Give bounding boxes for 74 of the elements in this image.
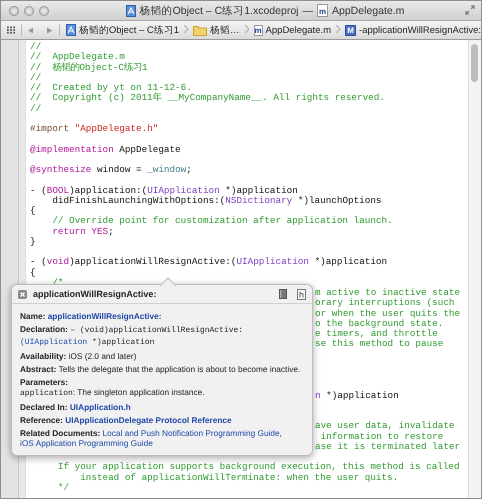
- breadcrumb-item[interactable]: 杨韬的Object – C练习1: [66, 24, 180, 36]
- file-icon: m: [317, 4, 328, 17]
- code-line: instead of applicationWillTerminate: when the user quits.: [79, 472, 398, 482]
- chevron-icon: [336, 25, 340, 33]
- doc-entry: Declared In: UIApplication.h: [20, 402, 132, 412]
- code-line: @implementation AppDelegate: [30, 144, 181, 154]
- code-line: }: [30, 236, 36, 247]
- code-line: // Created by yt on 11-12-6.: [30, 82, 192, 93]
- code-line: se this method to pause: [315, 338, 444, 350]
- code-line: ase it is terminated later: [315, 440, 460, 452]
- code-line: o the background state.: [315, 318, 444, 329]
- grid-icon[interactable]: [7, 26, 16, 34]
- doc-link[interactable]: iOS Application Programming Guide: [20, 438, 153, 448]
- header-file-icon[interactable]: [297, 288, 306, 300]
- code-line: // AppDelegate.m: [30, 51, 125, 62]
- folder-icon: [193, 24, 208, 36]
- doc-entry: Declaration: – (void)applicationWillResignActive: (UIApplication *)application: [20, 324, 244, 348]
- doc-entry: Abstract: Tells the delegate that the application is about to become inactive.: [20, 364, 302, 374]
- doc-entry: Reference: UIApplicationDelegate Protocol Reference: [20, 415, 233, 425]
- code-line: return YES;: [51, 226, 114, 236]
- code-line: #import "AppDelegate.h": [30, 123, 158, 134]
- code-line: //: [30, 41, 42, 52]
- doc-link[interactable]: UIApplicationDelegate Protocol Reference: [65, 415, 232, 425]
- code-line: ave user data, invalidate: [315, 420, 454, 432]
- doc-entry: Name: applicationWillResignActive:: [20, 311, 162, 321]
- code-line: */: [56, 482, 70, 493]
- code-line: m active to inactive state: [315, 287, 460, 298]
- popover-title: applicationWillResignActive:: [33, 289, 158, 299]
- code-line: //: [30, 102, 42, 114]
- breadcrumb-item[interactable]: M -applicationWillResignActive:: [345, 24, 481, 36]
- close-icon[interactable]: [18, 290, 27, 298]
- code-line: If your application supports background execution, this method is called: [56, 461, 460, 472]
- window-title: AppDelegate.m: [332, 4, 404, 16]
- chevron-icon: [184, 25, 188, 33]
- scrollbar[interactable]: [468, 40, 481, 498]
- breadcrumb-item[interactable]: m AppDelegate.m: [254, 24, 332, 36]
- title-separator: —: [302, 4, 313, 16]
- code-line: {: [30, 205, 36, 216]
- doc-link[interactable]: Local and Push Notification Programming: [102, 428, 256, 438]
- code-line: orary interruptions (such: [315, 297, 454, 308]
- zoom-button[interactable]: [39, 6, 49, 16]
- code-line: e timers, and throttle: [315, 328, 438, 339]
- doc-entry: Parameters: application: The singleton application instance.: [20, 377, 206, 399]
- code-line: n *)application: [315, 390, 399, 400]
- project-icon: [126, 4, 136, 16]
- project-icon: [66, 24, 76, 36]
- code-line: - (BOOL)application:(UIApplication *)application: [30, 184, 298, 196]
- method-icon: M: [345, 24, 356, 36]
- doc-link[interactable]: UIApplication.h: [70, 402, 131, 412]
- code-line: //: [30, 72, 42, 83]
- doc-entry: Availability: iOS (2.0 and later): [20, 351, 138, 361]
- file-icon: m: [254, 24, 263, 36]
- code-line: // 杨韬的Object-C练习1: [30, 62, 148, 72]
- code-line: information to restore: [320, 430, 444, 442]
- code-line: didFinishLaunchingWithOptions:(NSDictionary *)launchOptions: [51, 194, 382, 206]
- forward-icon[interactable]: [47, 26, 53, 34]
- code-line: @synthesize window = _window;: [30, 164, 192, 175]
- code-line: {: [30, 266, 36, 278]
- fullscreen-icon[interactable]: [465, 5, 475, 15]
- close-button[interactable]: [9, 6, 19, 16]
- window-title: 杨韬的Object – C练习1.xcodeproj: [140, 4, 298, 18]
- code-line: or when the user quits the: [315, 308, 460, 318]
- code-line: - (void)applicationWillResignActive:(UIApplication *)application: [30, 256, 388, 268]
- book-icon[interactable]: [279, 289, 287, 299]
- doc-entry: Related Documents: Local and Push Notification Programming Guide, iOS Application Programming Guide: [20, 428, 283, 448]
- back-icon[interactable]: [28, 26, 34, 34]
- breadcrumb-item[interactable]: 杨韬…: [193, 24, 240, 36]
- code-line: // Copyright (c) 2011年 __MyCompanyName__. All rights reserved.: [30, 92, 385, 104]
- chevron-icon: [244, 25, 249, 33]
- minimize-button[interactable]: [24, 6, 34, 16]
- doc-link[interactable]: applicationWillResignActive:: [48, 311, 162, 321]
- doc-link[interactable]: Guide: [258, 428, 280, 438]
- code-line: // Override point for customization after application launch.: [51, 215, 393, 226]
- scroll-thumb[interactable]: [471, 44, 478, 82]
